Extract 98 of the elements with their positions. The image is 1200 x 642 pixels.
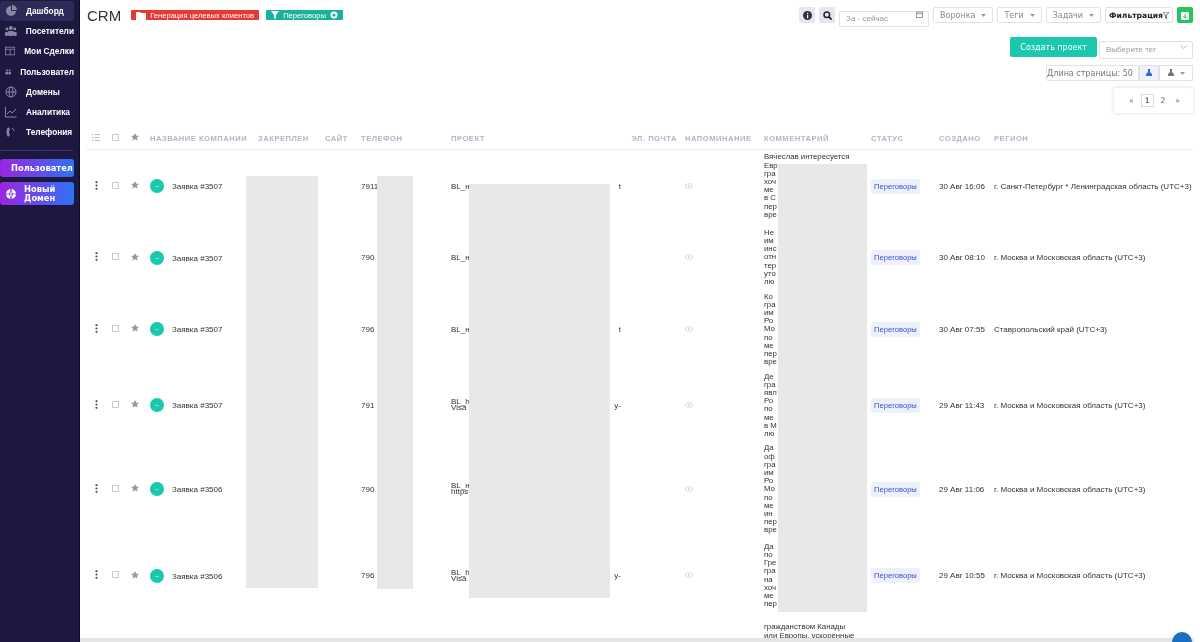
chevron-down-icon (1180, 45, 1187, 49)
created-date: 30 Авг 16:06 (939, 181, 985, 191)
stamp-icon (1167, 69, 1175, 77)
caret-icon (1029, 13, 1035, 17)
row-checkbox[interactable] (111, 253, 119, 260)
dropdown[interactable]: Воронка (933, 7, 994, 23)
column-view-button[interactable] (1139, 65, 1159, 81)
kebab-menu-icon[interactable] (94, 323, 98, 333)
sidebar-item[interactable]: Посетители (0, 21, 74, 42)
sidebar-item[interactable]: Домены (0, 81, 74, 102)
folder-icon (136, 10, 147, 20)
sidebar-item[interactable]: Телефония (0, 122, 74, 143)
created-date: 29 Авг 11:06 (939, 484, 985, 494)
region-text: г. Москва и Московская область (UTC+3) (994, 484, 1146, 494)
sidebar-item[interactable]: Дашборд (0, 1, 74, 21)
list-icon (92, 133, 100, 141)
project-text: y- (614, 400, 621, 410)
phone-number: 790 (361, 484, 375, 494)
kebab-menu-icon[interactable] (94, 570, 98, 580)
company-name[interactable]: Заявка #3506 (172, 571, 223, 581)
kebab-menu-icon[interactable] (94, 483, 98, 493)
row-checkbox[interactable] (111, 324, 119, 332)
row-checkbox[interactable] (111, 571, 119, 579)
company-name[interactable]: Заявка #3507 (172, 181, 223, 191)
pie-chart-icon (5, 5, 17, 17)
kebab-menu-icon[interactable] (94, 180, 98, 190)
export-button[interactable] (1177, 7, 1193, 23)
date-range-field[interactable]: За - сейчас (839, 10, 930, 27)
filter-icon (1163, 11, 1169, 19)
info-icon (802, 10, 812, 20)
stamp-icon (1145, 69, 1153, 77)
row-checkbox[interactable] (111, 400, 119, 408)
info-button[interactable] (799, 7, 816, 23)
globe-icon (5, 85, 17, 98)
users-button[interactable]: Пользовател (0, 159, 74, 178)
created-date: 30 Авг 08:10 (939, 253, 985, 262)
project-name: BL_h Visa (451, 569, 470, 582)
page-title: CRM (87, 6, 122, 24)
project-name: BL_н (451, 181, 470, 191)
people-icon (5, 25, 17, 38)
tag-select[interactable]: Выберите тег (1099, 40, 1193, 59)
project-name: BL_н (451, 253, 470, 262)
star-icon[interactable] (131, 324, 139, 333)
project-text: t (618, 181, 621, 191)
project-name: BL_н (451, 324, 470, 334)
columns-icon (5, 45, 16, 58)
kebab-menu-icon[interactable] (94, 399, 98, 409)
sidebar-item[interactable]: Пользовател (0, 61, 74, 82)
project-name: BL_н https (451, 483, 470, 496)
star-icon[interactable] (131, 484, 139, 493)
created-date: 30 Авг 07:55 (939, 324, 985, 334)
region-text: г. Москва и Московская область (UTC+3) (994, 253, 1146, 262)
page-length-dropdown[interactable]: Длина страницы: 50 (1046, 65, 1139, 81)
region-text: г. Санкт-Петербург * Ленинградская область (UTC+3) (994, 181, 1192, 191)
star-icon[interactable] (131, 570, 139, 579)
select-all-checkbox[interactable] (111, 133, 119, 141)
close-circle-icon (329, 11, 338, 19)
project-text: y- (614, 571, 621, 581)
row-checkbox[interactable] (111, 181, 119, 189)
star-icon[interactable] (131, 400, 139, 409)
line-chart-icon (5, 105, 17, 118)
phone-icon (5, 126, 17, 139)
phone-number: 796 (361, 571, 375, 581)
created-date: 29 Авг 10:55 (939, 571, 985, 581)
region-text: г. Москва и Московская область (UTC+3) (994, 571, 1146, 581)
dropdown[interactable]: Задачи (1045, 7, 1101, 23)
region-text: г. Москва и Московская область (UTC+3) (994, 400, 1146, 410)
phone-number: 791 (361, 400, 375, 410)
star-icon[interactable] (131, 252, 139, 261)
export-dropdown[interactable] (1159, 65, 1193, 81)
caret-icon (1180, 71, 1185, 75)
caret-icon (981, 13, 987, 17)
new-domain-button[interactable]: Новый Домен (0, 182, 74, 206)
star-icon (131, 133, 139, 141)
download-icon (1181, 10, 1189, 20)
globe-icon (5, 187, 18, 200)
company-name[interactable]: Заявка #3506 (172, 484, 223, 494)
calendar-icon (916, 11, 924, 18)
sidebar-item[interactable]: Аналитика (0, 101, 74, 122)
row-checkbox[interactable] (111, 484, 119, 492)
project-name: BL_h Visa (451, 399, 470, 412)
filter-icon (271, 10, 280, 20)
company-name[interactable]: Заявка #3507 (172, 253, 223, 262)
project-text: t (618, 324, 621, 334)
kebab-menu-icon[interactable] (94, 252, 98, 261)
phone-number: 7911 (361, 181, 379, 191)
region-text: Ставропольский край (UTC+3) (994, 324, 1108, 334)
caret-icon (1089, 13, 1094, 17)
company-name[interactable]: Заявка #3507 (172, 324, 223, 334)
search-button[interactable] (819, 7, 836, 23)
created-date: 29 Авг 11:43 (939, 400, 985, 410)
phone-number: 796 (361, 324, 375, 334)
company-name[interactable]: Заявка #3507 (172, 400, 223, 410)
dropdown[interactable]: Теги (997, 7, 1042, 23)
star-icon[interactable] (131, 181, 139, 190)
sidebar-item[interactable]: Мои Сделки (0, 41, 74, 62)
phone-number: 790 (361, 253, 375, 262)
search-icon (822, 10, 832, 20)
